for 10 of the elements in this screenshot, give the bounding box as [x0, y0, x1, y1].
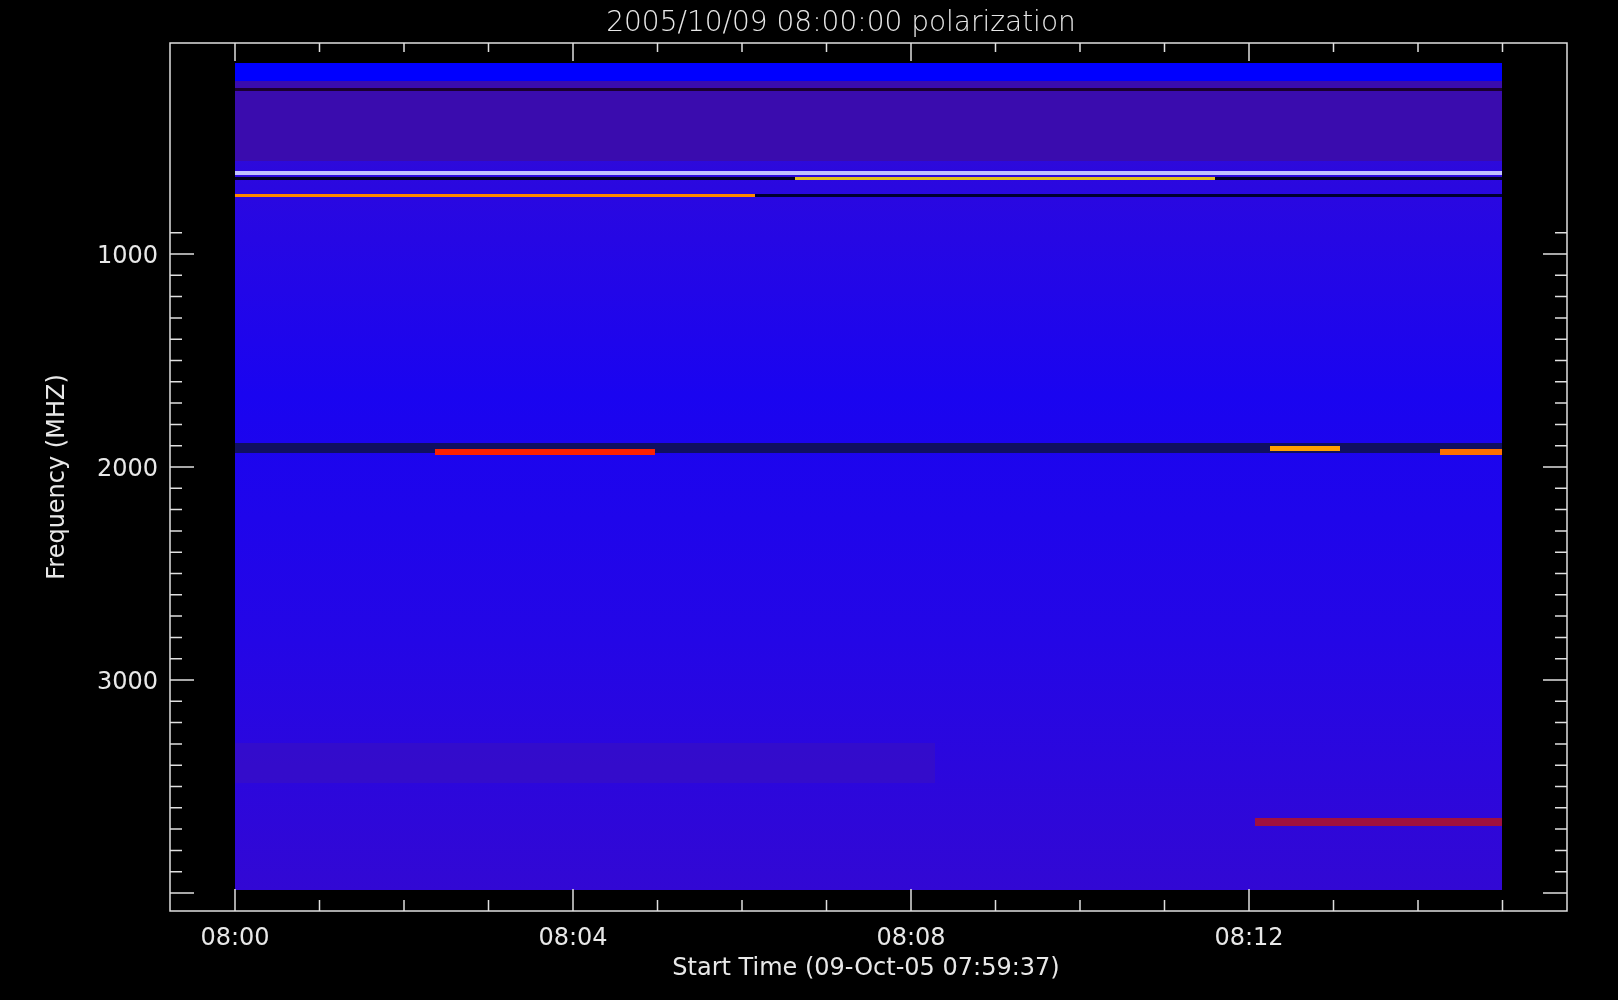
- y-tick-label: 3000: [96, 667, 158, 695]
- plot-title: 2005/10/09 08:00:00 polarization: [606, 5, 1076, 38]
- x-tick-label: 08:00: [200, 923, 270, 951]
- x-tick-label: 08:12: [1214, 923, 1284, 951]
- y-tick-label: 2000: [96, 454, 158, 482]
- y-tick-label: 1000: [96, 241, 158, 269]
- x-tick-label: 08:04: [538, 923, 608, 951]
- x-axis-label: Start Time (09-Oct-05 07:59:37): [672, 953, 1060, 981]
- y-axis-label: Frequency (MHZ): [42, 374, 70, 580]
- x-tick-label: 08:08: [876, 923, 946, 951]
